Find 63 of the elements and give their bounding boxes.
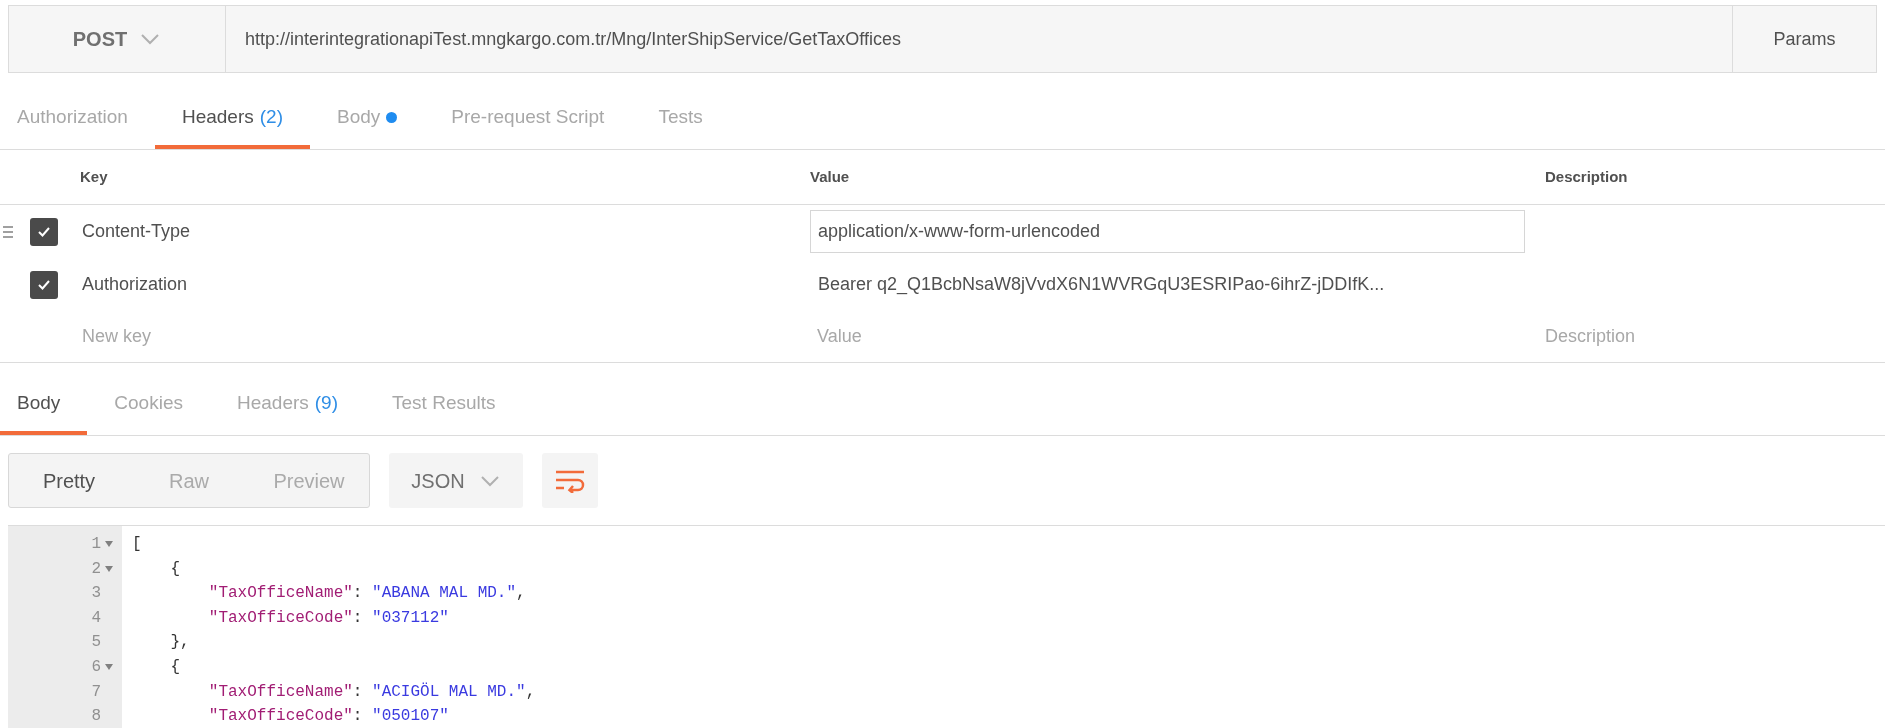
method-dropdown[interactable]: POST	[8, 5, 226, 73]
view-mode-option[interactable]: Preview	[249, 454, 369, 507]
tab[interactable]: Pre-request Script	[424, 90, 632, 149]
tab[interactable]: Tests	[631, 90, 730, 149]
value-placeholder[interactable]: Value	[817, 326, 862, 346]
chevron-down-icon	[478, 473, 501, 488]
url-field[interactable]: http://interintegrationapiTest.mngkargo.com.tr/Mng/InterShipService/GetTaxOffices	[226, 5, 1732, 73]
view-mode-option[interactable]: Raw	[129, 454, 249, 507]
fold-arrow-icon[interactable]	[104, 664, 114, 671]
json-key: "TaxOfficeCode"	[132, 608, 353, 627]
params-button[interactable]: Params	[1732, 5, 1877, 73]
column-header: Value	[810, 167, 850, 185]
line-number: 7	[91, 681, 101, 703]
format-dropdown[interactable]: JSON	[389, 453, 523, 508]
checkbox[interactable]	[30, 270, 58, 299]
tab[interactable]: Headers (2)	[154, 90, 310, 149]
json-string: "037112"	[372, 608, 449, 627]
header-key[interactable]: Content-Type	[82, 218, 191, 245]
chevron-down-icon	[139, 32, 162, 46]
wrap-lines-icon[interactable]	[542, 453, 598, 508]
header-value[interactable]: Bearer q2_Q1BcbNsaW8jVvdX6N1WVRGqU3ESRIPao-6ihrZ-jDDIfK...	[810, 263, 1525, 306]
view-mode-option[interactable]: Pretty	[9, 454, 129, 507]
code-punctuation: :	[352, 682, 364, 701]
tab[interactable]: Test Results	[365, 376, 523, 435]
code-punctuation: :	[352, 608, 364, 627]
code-punctuation: {	[169, 559, 180, 578]
value-field[interactable]: application/x-www-form-urlencoded	[810, 210, 1525, 253]
header-key[interactable]: Authorization	[82, 271, 188, 298]
column-header: Description	[1545, 167, 1628, 185]
code-punctuation: :	[352, 584, 364, 603]
checkmark-icon	[37, 225, 51, 238]
line-number: 3	[91, 583, 101, 605]
tab[interactable]: Cookies	[87, 376, 210, 435]
line-number: 2	[91, 558, 101, 580]
code-punctuation: ,	[525, 682, 536, 701]
checkbox[interactable]	[30, 217, 58, 246]
line-number: 4	[91, 607, 101, 629]
line-number: 8	[91, 706, 101, 728]
code-punctuation: },	[169, 633, 190, 652]
key-placeholder[interactable]: New key	[82, 326, 152, 346]
fold-arrow-icon[interactable]	[104, 541, 114, 548]
description-placeholder[interactable]: Description	[1545, 326, 1636, 346]
drag-handle-icon[interactable]	[3, 224, 13, 239]
json-string: "ABANA MAL MD."	[372, 584, 517, 603]
tab[interactable]: Body	[309, 90, 425, 149]
fold-arrow-icon[interactable]	[104, 565, 114, 572]
code-punctuation: [	[132, 535, 142, 553]
tab[interactable]: Authorization	[0, 90, 155, 149]
json-string: "ACIGÖL MAL MD."	[372, 682, 526, 701]
tab[interactable]: Headers (9)	[209, 376, 366, 435]
line-number: 1	[91, 534, 101, 555]
checkmark-icon	[37, 278, 51, 291]
code-punctuation: {	[169, 657, 180, 676]
tab[interactable]: Body	[0, 376, 88, 435]
json-key: "TaxOfficeCode"	[132, 707, 353, 726]
json-string: "050107"	[372, 707, 449, 726]
column-header: Key	[80, 167, 108, 185]
line-number: 6	[91, 656, 101, 678]
json-key: "TaxOfficeName"	[132, 584, 353, 603]
code-punctuation: ,	[516, 584, 526, 603]
json-key: "TaxOfficeName"	[132, 682, 353, 701]
line-number: 5	[91, 632, 101, 654]
code-punctuation: :	[352, 707, 364, 726]
